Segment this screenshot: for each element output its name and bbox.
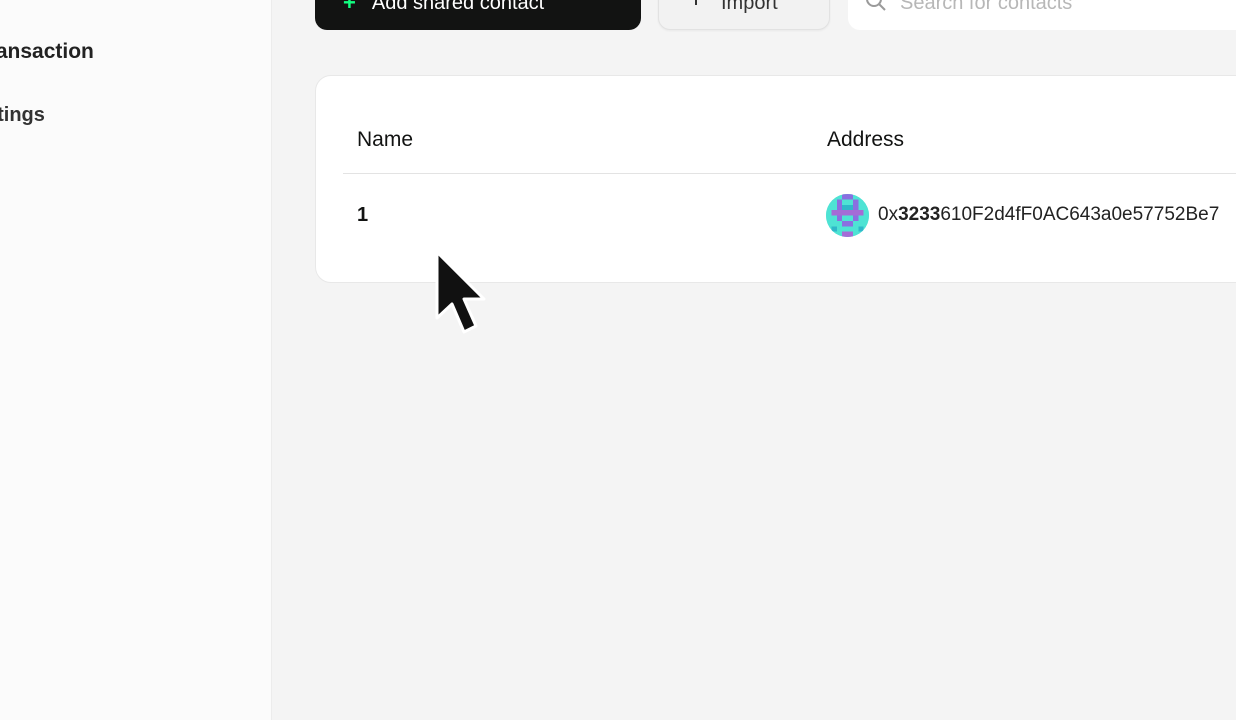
add-shared-contact-button[interactable]: + Add shared contact	[315, 0, 641, 30]
column-header-address[interactable]: Address	[827, 128, 904, 152]
sidebar: Transaction Settings	[0, 0, 272, 720]
address-highlight: 3233	[898, 204, 941, 225]
sidebar-item-settings[interactable]: Settings	[0, 104, 45, 127]
address-avatar-icon	[826, 194, 869, 237]
import-button[interactable]: Import	[658, 0, 830, 30]
contact-address: 0x3233610F2d4fF0AC643a0e57752Be7	[878, 204, 1219, 226]
sidebar-item-label: Transaction	[0, 40, 94, 63]
contact-name: 1	[357, 204, 369, 226]
contacts-table: Name Address 1 0x3233610F2d4fF0AC643a0e5…	[315, 75, 1236, 283]
sidebar-item-label: Settings	[0, 104, 45, 126]
column-header-name[interactable]: Name	[357, 128, 413, 152]
search-box[interactable]	[848, 0, 1236, 30]
table-row[interactable]: 1 0x3233610F2d4fF0AC643a0e57752Be7	[316, 174, 1236, 264]
upload-icon	[687, 0, 705, 17]
add-shared-contact-label: Add shared contact	[371, 0, 545, 14]
import-label: Import	[721, 0, 778, 14]
search-input[interactable]	[900, 0, 1200, 15]
search-icon	[864, 0, 888, 18]
sidebar-item-transaction[interactable]: Transaction	[0, 40, 94, 64]
address-prefix: 0x	[878, 204, 899, 225]
address-rest: 610F2d4fF0AC643a0e57752Be7	[940, 204, 1220, 225]
plus-icon: +	[343, 0, 356, 15]
